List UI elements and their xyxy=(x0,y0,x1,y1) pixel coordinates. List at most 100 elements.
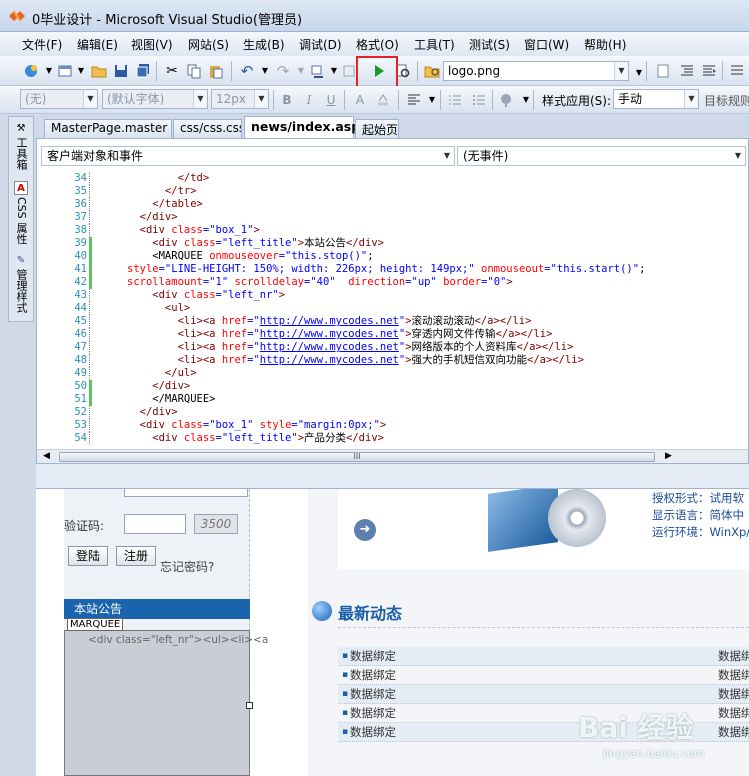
arrow-right-icon[interactable]: ➜ xyxy=(354,519,376,541)
client-objects-combo[interactable]: 客户端对象和事件 ▼ xyxy=(41,146,455,166)
chevron-down-icon[interactable]: ▼ xyxy=(83,90,97,108)
navigate-backward-icon[interactable] xyxy=(308,62,326,80)
code-line[interactable]: 53 <div class="box_1" style="margin:0px;… xyxy=(37,419,748,432)
font-name-combo[interactable]: (默认字体) ▼ xyxy=(102,89,208,109)
news-item-left[interactable]: 数据绑定 xyxy=(350,704,396,722)
menu-help[interactable]: 帮助(H) xyxy=(584,36,626,53)
chevron-down-icon[interactable]: ▼ xyxy=(440,147,454,165)
chevron-down-icon[interactable]: ▼ xyxy=(254,90,268,108)
menu-file[interactable]: 文件(F) xyxy=(22,36,62,53)
code-line[interactable]: 34 </td> xyxy=(37,172,748,185)
find-folder-icon[interactable] xyxy=(423,62,441,80)
paste-icon[interactable] xyxy=(207,62,225,80)
news-item-left[interactable]: 数据绑定 xyxy=(350,647,396,665)
italic-icon[interactable]: I xyxy=(300,91,318,109)
chevron-down-icon[interactable]: ▼ xyxy=(614,62,628,80)
news-item-right[interactable]: 数据绑 xyxy=(718,666,749,684)
chevron-down-icon[interactable]: ▼ xyxy=(684,90,698,108)
open-folder-icon[interactable] xyxy=(90,62,108,80)
code-line[interactable]: 48 <li><a href="http://www.mycodes.net">… xyxy=(37,354,748,367)
bold-icon[interactable]: B xyxy=(278,91,296,109)
document-outline-icon[interactable] xyxy=(654,62,672,80)
save-all-icon[interactable] xyxy=(134,62,152,80)
password-field[interactable] xyxy=(124,489,248,497)
toolbox-tab[interactable]: ⚒ 工具箱 xyxy=(11,121,31,179)
background-color-icon[interactable] xyxy=(374,91,392,109)
save-icon[interactable] xyxy=(112,62,130,80)
news-item-right[interactable]: 数据绑 xyxy=(718,685,749,703)
chevron-down-icon[interactable]: ▼ xyxy=(731,147,745,165)
undo-icon[interactable]: ↶ xyxy=(238,62,256,80)
menu-window[interactable]: 窗口(W) xyxy=(524,36,569,53)
news-item-left[interactable]: 数据绑定 xyxy=(350,666,396,684)
code-line[interactable]: 42 scrollamount="1" scrolldelay="40" dire… xyxy=(37,276,748,289)
scroll-right-icon[interactable]: ▶ xyxy=(665,451,672,461)
register-button[interactable]: 注册 xyxy=(116,546,156,566)
hyperlink-icon[interactable] xyxy=(498,91,516,109)
redo-icon[interactable]: ↷ xyxy=(274,62,292,80)
bullet-list-icon[interactable] xyxy=(470,91,488,109)
code-line[interactable]: 54 <div class="left_title">产品分类</div> xyxy=(37,432,748,445)
news-item-right[interactable]: 数据绑 xyxy=(718,723,749,741)
code-line[interactable]: 39 <div class="left_title">本站公告</div> xyxy=(37,237,748,250)
cut-icon[interactable]: ✂ xyxy=(163,62,181,80)
code-line[interactable]: 35 </tr> xyxy=(37,185,748,198)
menu-debug[interactable]: 调试(D) xyxy=(299,36,342,53)
code-line[interactable]: 41 style="LINE-HEIGHT: 150%; width: 226px… xyxy=(37,263,748,276)
chevron-down-icon[interactable]: ▼ xyxy=(72,62,90,80)
code-line[interactable]: 44 <ul> xyxy=(37,302,748,315)
outdent-icon[interactable] xyxy=(678,62,696,80)
code-area[interactable]: 34 </td> 35 </tr> 36 </table> 37 </div> 38 <… xyxy=(37,172,748,449)
news-item-left[interactable]: 数据绑定 xyxy=(350,685,396,703)
menu-view[interactable]: 视图(V) xyxy=(131,36,173,53)
menu-format[interactable]: 格式(O) xyxy=(356,36,399,53)
comment-icon[interactable] xyxy=(728,62,746,80)
code-line[interactable]: 36 </table> xyxy=(37,198,748,211)
tab-css[interactable]: css/css.css xyxy=(173,119,242,138)
code-line[interactable]: 38 <div class="box_1"> xyxy=(37,224,748,237)
scrollbar-thumb[interactable]: III xyxy=(59,452,655,462)
menu-edit[interactable]: 编辑(E) xyxy=(77,36,118,53)
underline-icon[interactable]: U xyxy=(322,91,340,109)
login-button[interactable]: 登陆 xyxy=(68,546,108,566)
code-line[interactable]: 52 </div> xyxy=(37,406,748,419)
font-size-combo[interactable]: 12px ▼ xyxy=(211,89,269,109)
copy-icon[interactable] xyxy=(185,62,203,80)
new-project-icon[interactable] xyxy=(22,62,40,80)
marquee-box[interactable] xyxy=(64,630,250,776)
find-combo[interactable]: logo.png ▼ xyxy=(443,61,629,81)
chevron-down-icon[interactable]: ▼ xyxy=(256,62,274,80)
forgot-password-link[interactable]: 忘记密码? xyxy=(160,558,214,575)
resize-handle[interactable] xyxy=(246,702,253,709)
view-splitter[interactable] xyxy=(36,463,749,489)
news-item-right[interactable]: 数据绑 xyxy=(718,647,749,665)
code-line[interactable]: 49 </ul> xyxy=(37,367,748,380)
code-line[interactable]: 40 <MARQUEE onmouseover="this.stop()"; xyxy=(37,250,748,263)
tab-masterpage[interactable]: MasterPage.master xyxy=(44,119,172,138)
scroll-left-icon[interactable]: ◀ xyxy=(43,451,50,461)
menu-build[interactable]: 生成(B) xyxy=(243,36,285,53)
chevron-down-icon[interactable]: ▼ xyxy=(423,91,441,109)
style-application-combo[interactable]: 手动 ▼ xyxy=(613,89,699,109)
indent-icon[interactable] xyxy=(700,62,718,80)
menu-test[interactable]: 测试(S) xyxy=(469,36,510,53)
code-line[interactable]: 45 <li><a href="http://www.mycodes.net">… xyxy=(37,315,748,328)
code-line[interactable]: 46 <li><a href="http://www.mycodes.net">… xyxy=(37,328,748,341)
captcha-input[interactable] xyxy=(124,514,186,534)
tab-news-index[interactable]: news/index.aspx xyxy=(244,116,368,138)
font-color-icon[interactable]: A xyxy=(351,91,369,109)
news-item-left[interactable]: 数据绑定 xyxy=(350,723,396,741)
chevron-down-icon[interactable]: ▼ xyxy=(193,90,207,108)
block-format-combo[interactable]: (无) ▼ xyxy=(20,89,98,109)
tab-start-page[interactable]: 起始页 xyxy=(355,119,399,138)
code-line[interactable]: 50 </div> xyxy=(37,380,748,393)
code-line[interactable]: 43 <div class="left_nr"> xyxy=(37,289,748,302)
code-line[interactable]: 47 <li><a href="http://www.mycodes.net">… xyxy=(37,341,748,354)
horizontal-scrollbar[interactable]: ◀ III ▶ xyxy=(37,449,748,463)
numbered-list-icon[interactable] xyxy=(446,91,464,109)
code-line[interactable]: 51 </MARQUEE> xyxy=(37,393,748,406)
code-line[interactable]: 37 </div> xyxy=(37,211,748,224)
menu-website[interactable]: 网站(S) xyxy=(188,36,229,53)
events-combo[interactable]: (无事件) ▼ xyxy=(457,146,746,166)
align-left-icon[interactable] xyxy=(405,91,423,109)
